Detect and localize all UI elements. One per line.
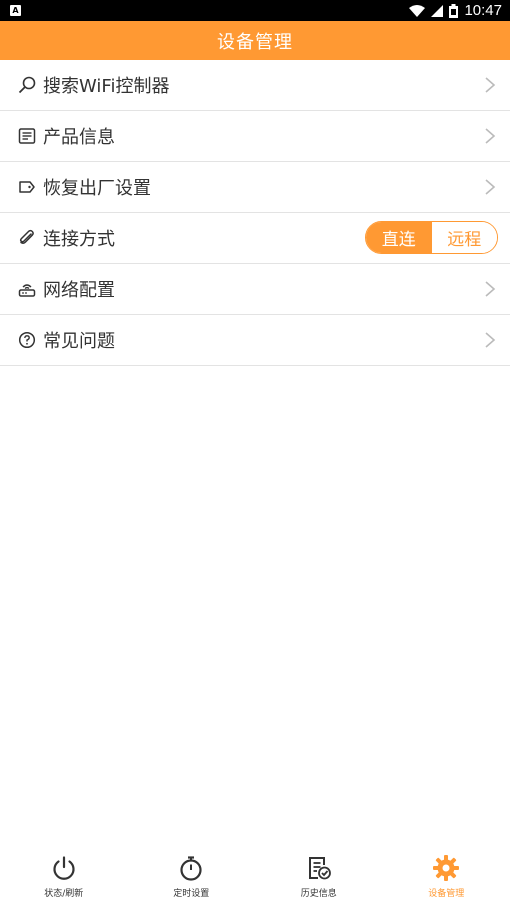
chevron-right-icon bbox=[485, 179, 496, 195]
signal-icon bbox=[431, 4, 444, 17]
menu-item-faq[interactable]: 常见问题 bbox=[0, 315, 510, 366]
tab-label: 设备管理 bbox=[428, 889, 465, 899]
chevron-right-icon bbox=[485, 332, 496, 348]
clock: 10:47 bbox=[464, 2, 502, 19]
connection-mode-toggle: 直连 远程 bbox=[365, 221, 498, 254]
page-title: 设备管理 bbox=[217, 31, 293, 53]
tab-label: 状态/刷新 bbox=[44, 889, 84, 899]
power-icon bbox=[50, 854, 78, 882]
battery-icon bbox=[449, 3, 459, 18]
remote-option[interactable]: 远程 bbox=[431, 222, 497, 253]
menu-item-label: 产品信息 bbox=[43, 127, 115, 148]
tab-label: 历史信息 bbox=[300, 889, 337, 899]
tag-icon bbox=[18, 178, 36, 196]
settings-list: 搜索WiFi控制器 产品信息 恢复出厂设置 连接方式 直连 远程 网络配置 常见… bbox=[0, 60, 510, 366]
menu-item-network-config[interactable]: 网络配置 bbox=[0, 264, 510, 315]
chevron-right-icon bbox=[485, 77, 496, 93]
direct-option[interactable]: 直连 bbox=[366, 222, 432, 253]
tab-device-management[interactable]: 设备管理 bbox=[383, 848, 510, 906]
wifi-icon bbox=[409, 4, 426, 17]
chevron-right-icon bbox=[485, 281, 496, 297]
notification-a-icon: A bbox=[10, 5, 21, 16]
status-bar: A 10:47 bbox=[0, 0, 510, 21]
document-icon bbox=[18, 127, 36, 145]
paperclip-icon bbox=[18, 229, 36, 247]
menu-item-label: 常见问题 bbox=[43, 331, 115, 352]
menu-item-product-info[interactable]: 产品信息 bbox=[0, 111, 510, 162]
menu-item-connection-mode: 连接方式 直连 远程 bbox=[0, 213, 510, 264]
stopwatch-icon bbox=[177, 854, 205, 882]
search-icon bbox=[18, 76, 36, 94]
menu-item-label: 连接方式 bbox=[43, 229, 115, 250]
question-icon bbox=[18, 331, 36, 349]
history-document-icon bbox=[305, 854, 333, 882]
gear-icon bbox=[432, 854, 460, 882]
menu-item-factory-reset[interactable]: 恢复出厂设置 bbox=[0, 162, 510, 213]
tab-status-refresh[interactable]: 状态/刷新 bbox=[0, 848, 128, 906]
status-indicators: 10:47 bbox=[409, 0, 502, 21]
chevron-right-icon bbox=[485, 128, 496, 144]
menu-item-label: 网络配置 bbox=[43, 280, 115, 301]
app-bar: 设备管理 bbox=[0, 21, 510, 60]
menu-item-label: 恢复出厂设置 bbox=[43, 178, 151, 199]
tab-timer-settings[interactable]: 定时设置 bbox=[128, 848, 256, 906]
tab-history-info[interactable]: 历史信息 bbox=[255, 848, 383, 906]
tab-label: 定时设置 bbox=[173, 889, 210, 899]
menu-item-search-wifi[interactable]: 搜索WiFi控制器 bbox=[0, 60, 510, 111]
bottom-tab-bar: 状态/刷新 定时设置 历史信息 设备管理 bbox=[0, 848, 510, 906]
menu-item-label: 搜索WiFi控制器 bbox=[43, 76, 170, 97]
router-icon bbox=[18, 280, 36, 298]
